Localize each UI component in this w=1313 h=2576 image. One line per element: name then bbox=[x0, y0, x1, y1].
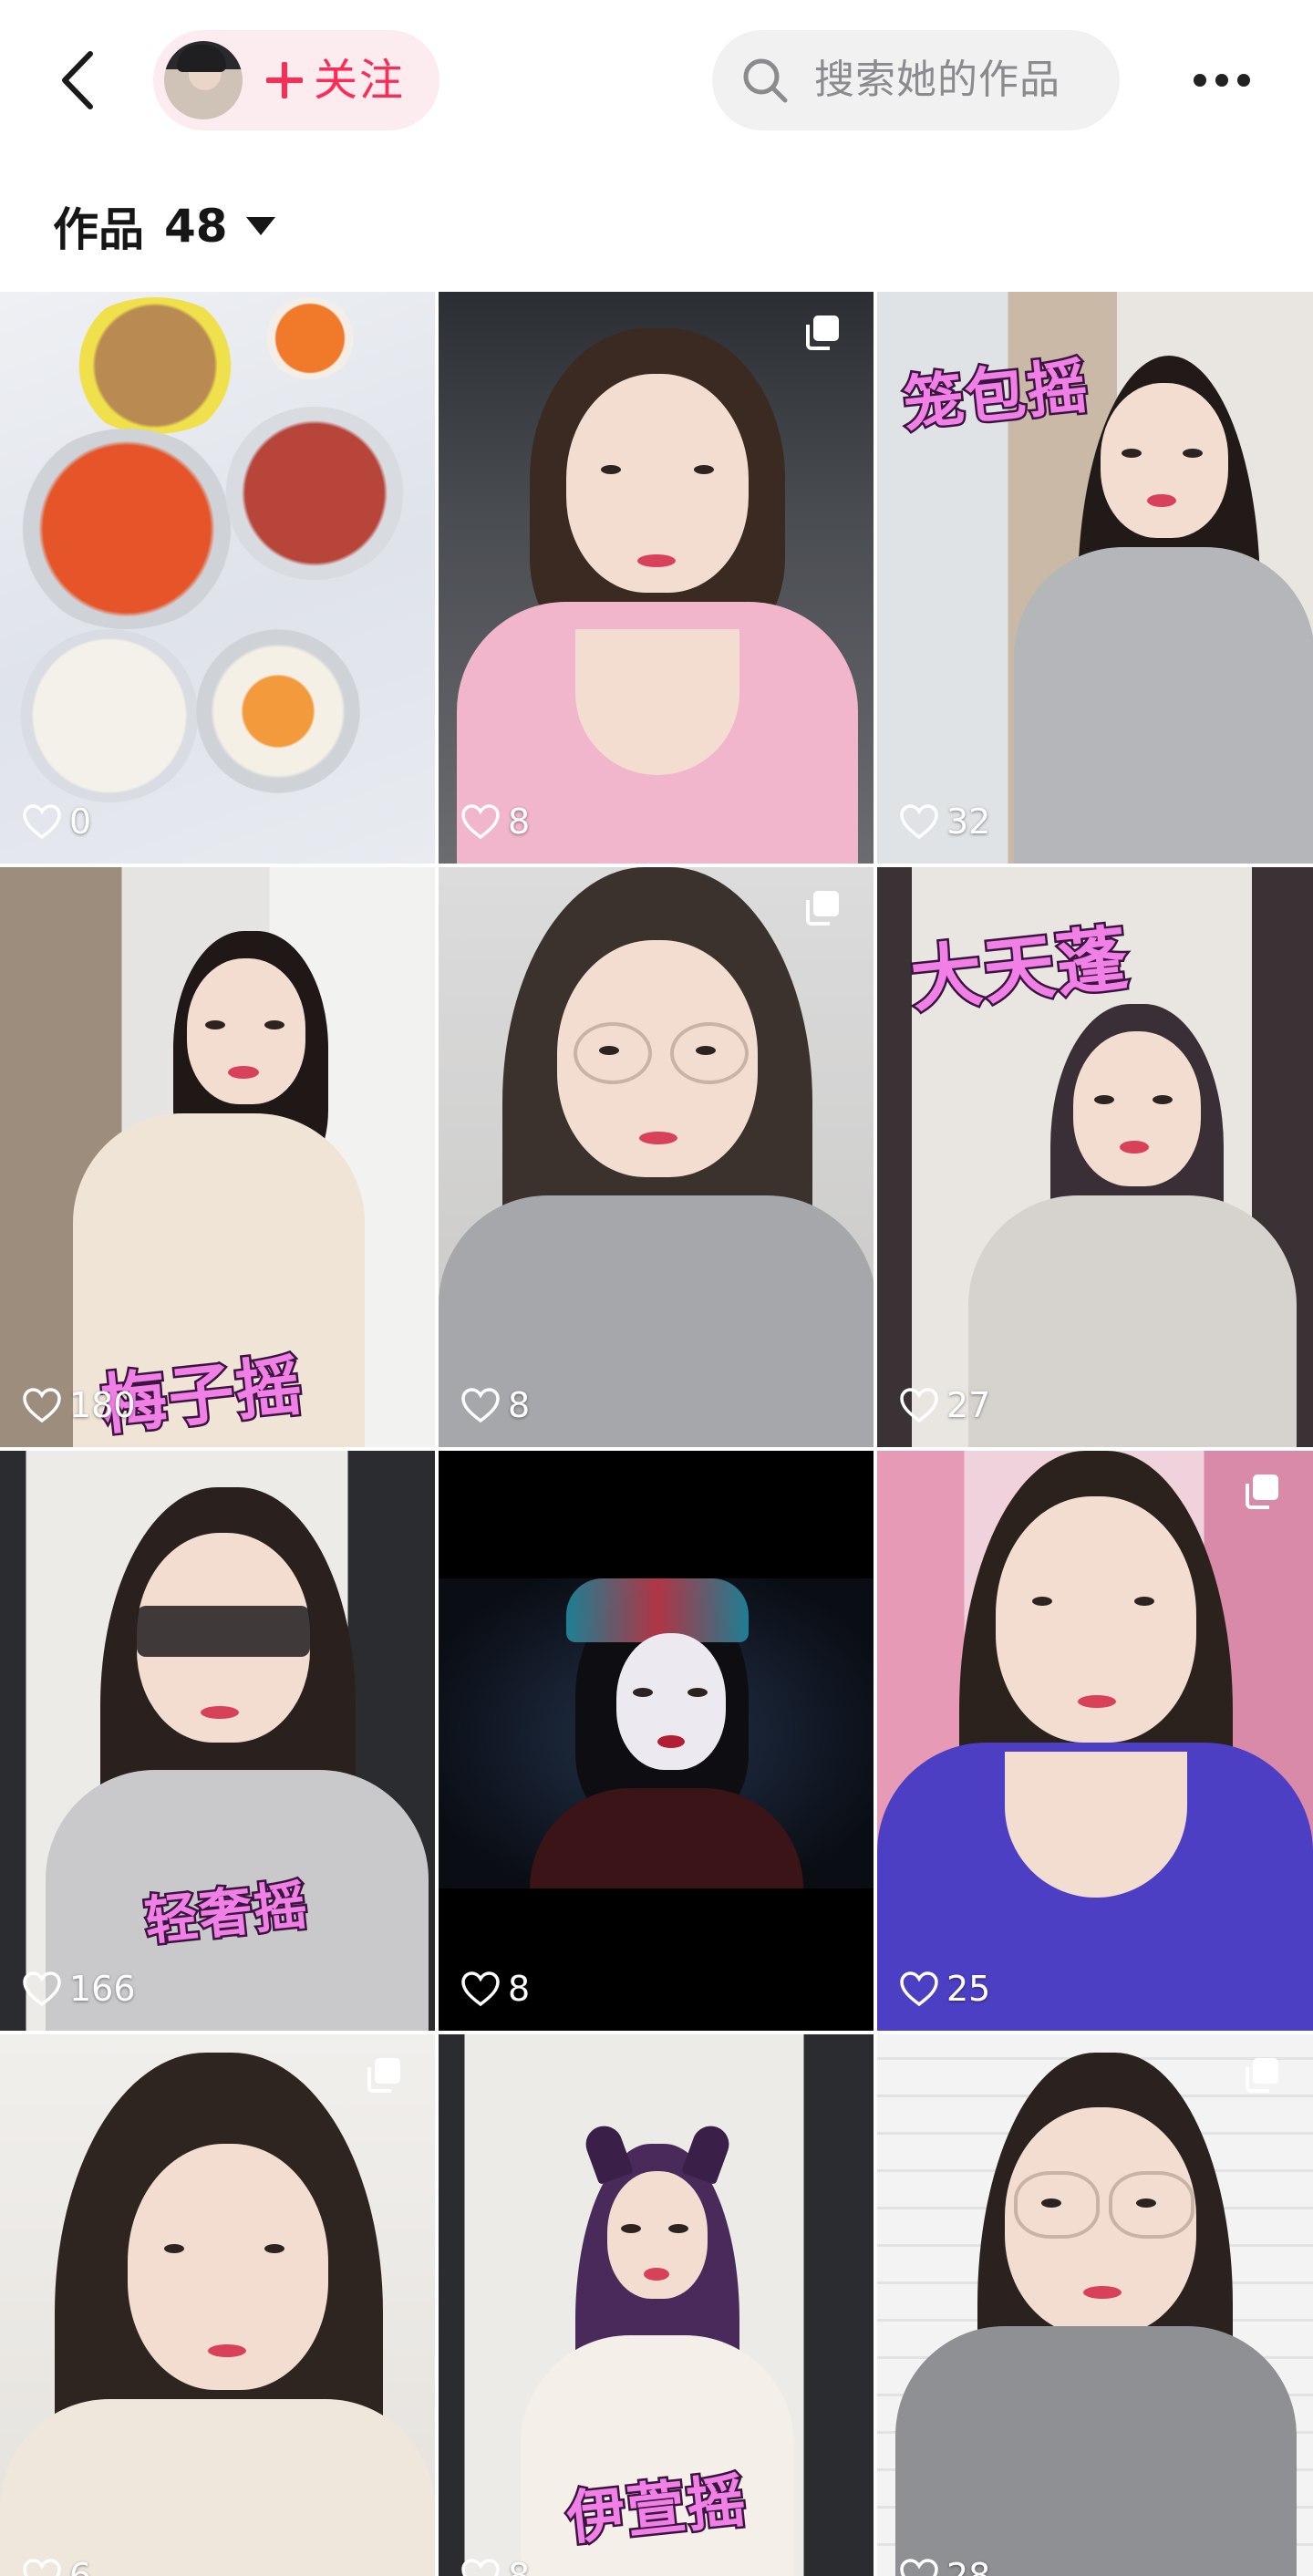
heart-icon bbox=[461, 1971, 500, 2007]
works-label: 作品 bbox=[53, 203, 144, 256]
video-tile[interactable]: 8 bbox=[439, 292, 874, 864]
like-count: 27 bbox=[899, 1385, 990, 1425]
video-tile[interactable]: 6 bbox=[0, 2034, 435, 2576]
multi-image-icon bbox=[1246, 1474, 1278, 1509]
like-count: 180 bbox=[22, 1385, 136, 1425]
works-count: 48 bbox=[164, 200, 228, 253]
multi-image-icon bbox=[806, 316, 839, 350]
heart-icon bbox=[23, 804, 61, 840]
search-placeholder: 搜索她的作品 bbox=[814, 57, 1060, 103]
food-bowl bbox=[264, 297, 356, 379]
heart-icon bbox=[900, 1388, 938, 1423]
lace-mask bbox=[137, 1606, 310, 1657]
heart-icon bbox=[900, 2559, 938, 2576]
food-bowl bbox=[223, 407, 406, 580]
back-arrow-icon bbox=[62, 51, 93, 109]
like-count: 8 bbox=[460, 2556, 530, 2576]
caret-down-icon bbox=[245, 217, 275, 235]
video-tile[interactable]: 0 bbox=[0, 292, 435, 864]
search-icon bbox=[743, 58, 788, 103]
heart-icon bbox=[23, 2559, 61, 2576]
like-count: 32 bbox=[899, 802, 990, 842]
food-bowl bbox=[196, 629, 360, 793]
like-count: 0 bbox=[22, 802, 91, 842]
video-tile[interactable]: 伊萱摇 8 bbox=[439, 2034, 874, 2576]
like-count: 8 bbox=[460, 1969, 530, 2009]
headdress bbox=[566, 1578, 749, 1642]
heart-icon bbox=[900, 804, 938, 840]
video-tile[interactable]: 轻奢摇 166 bbox=[0, 1451, 435, 2031]
like-count: 6 bbox=[22, 2556, 91, 2576]
heart-icon bbox=[461, 804, 500, 840]
multi-image-icon bbox=[367, 2058, 400, 2093]
top-bar: 关注 搜索她的作品 bbox=[0, 0, 1313, 162]
like-count: 25 bbox=[899, 1969, 990, 2009]
heart-icon bbox=[461, 2559, 500, 2576]
video-tile[interactable]: 8 bbox=[439, 1451, 874, 2031]
video-tile[interactable]: 笼包摇 32 bbox=[877, 292, 1313, 864]
back-button[interactable] bbox=[46, 44, 109, 117]
follow-label: 关注 bbox=[314, 55, 406, 106]
multi-image-icon bbox=[1246, 2058, 1278, 2093]
video-tile[interactable]: 25 bbox=[877, 1451, 1313, 2031]
video-tile[interactable]: 大天蓬 27 bbox=[877, 867, 1313, 1447]
heart-icon bbox=[23, 1388, 61, 1423]
heart-icon bbox=[900, 1971, 938, 2007]
video-grid: 0 8 笼包摇 32 梅子摇 180 8 大天蓬 27 轻奢摇 166 8 25… bbox=[0, 292, 1313, 2576]
food-bowl bbox=[13, 429, 241, 629]
more-button[interactable] bbox=[1185, 53, 1258, 108]
video-tile[interactable]: 梅子摇 180 bbox=[0, 867, 435, 1447]
more-icon bbox=[1194, 74, 1206, 87]
like-count: 166 bbox=[22, 1969, 136, 2009]
like-count: 28 bbox=[899, 2556, 990, 2576]
video-tile[interactable]: 8 bbox=[439, 867, 874, 1447]
avatar[interactable] bbox=[164, 41, 243, 119]
plus-icon bbox=[264, 52, 305, 109]
food-bowl bbox=[64, 297, 246, 434]
multi-image-icon bbox=[806, 891, 839, 926]
like-count: 8 bbox=[460, 1385, 530, 1425]
heart-icon bbox=[461, 1388, 500, 1423]
search-input[interactable]: 搜索她的作品 bbox=[712, 30, 1120, 130]
video-tile[interactable]: 28 bbox=[877, 2034, 1313, 2576]
food-bowl bbox=[18, 629, 201, 802]
like-count: 8 bbox=[460, 802, 530, 842]
follow-button[interactable]: 关注 bbox=[153, 30, 439, 130]
works-filter[interactable]: 作品 48 bbox=[53, 190, 275, 263]
heart-icon bbox=[23, 1971, 61, 2007]
